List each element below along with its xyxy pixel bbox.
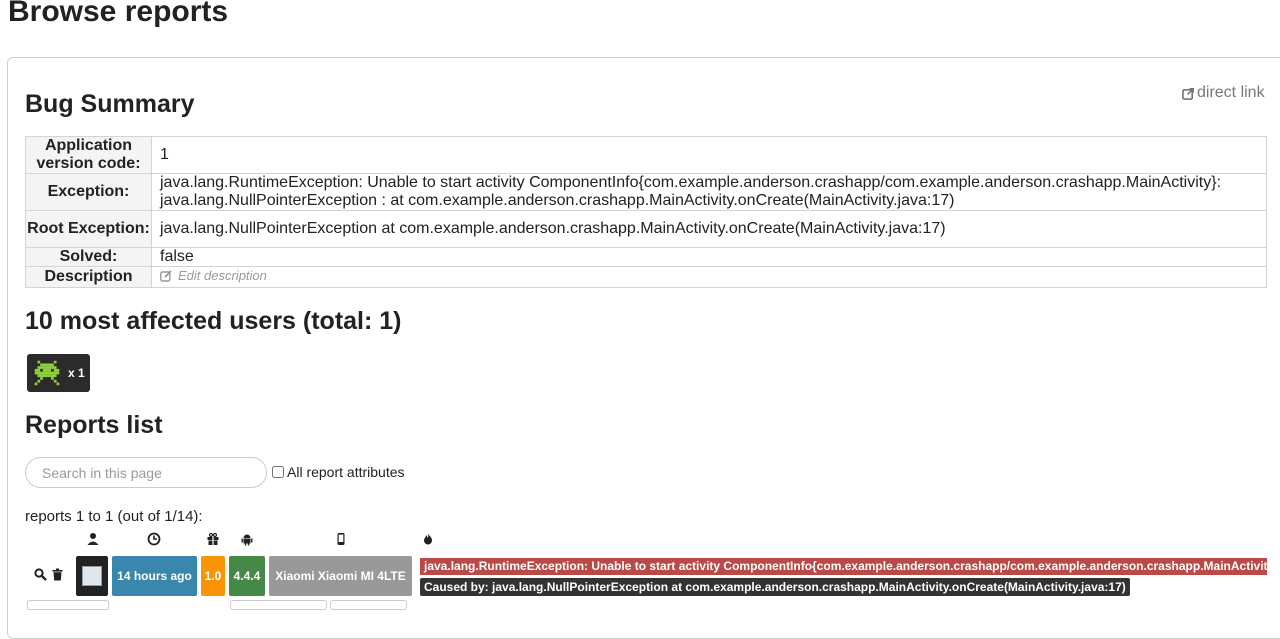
report-row-actions: [34, 568, 64, 581]
space-invader-avatar-icon: [32, 358, 62, 388]
affected-user-badge[interactable]: x 1: [27, 354, 90, 392]
device-tag[interactable]: Xiaomi Xiaomi MI 4LTE: [269, 556, 412, 596]
android-icon: [240, 532, 254, 546]
summary-row-description: Description Edit description: [25, 266, 1267, 288]
direct-link[interactable]: direct link: [1182, 84, 1265, 102]
search-box: [25, 457, 267, 488]
edit-description-link[interactable]: Edit description: [160, 267, 267, 285]
summary-label: Solved:: [25, 247, 152, 267]
summary-value: Edit description: [151, 266, 1267, 288]
edit-icon: [160, 270, 172, 282]
next-row-edge: [27, 600, 109, 610]
share-icon: [1182, 87, 1194, 100]
summary-label: Exception:: [25, 173, 152, 211]
report-cause-label[interactable]: Caused by: java.lang.NullPointerExceptio…: [420, 578, 1130, 596]
summary-row-root-exception: Root Exception: java.lang.NullPointerExc…: [25, 210, 1267, 248]
all-attributes-checkbox[interactable]: [272, 466, 284, 478]
summary-label: Root Exception:: [25, 210, 152, 248]
broken-image-icon: [82, 566, 102, 586]
reports-range: reports 1 to 1 (out of 1/14):: [25, 508, 203, 525]
user-report-count: x 1: [68, 366, 85, 380]
mobile-icon: [334, 532, 348, 546]
user-image-tag[interactable]: [76, 556, 108, 596]
edit-description-label: Edit description: [178, 268, 267, 283]
summary-label: Description: [25, 266, 152, 288]
reports-list-title: Reports list: [25, 411, 163, 439]
app-version-tag[interactable]: 1.0: [201, 556, 225, 596]
summary-value: java.lang.RuntimeException: Unable to st…: [151, 173, 1267, 211]
report-time-tag[interactable]: 14 hours ago: [112, 556, 197, 596]
summary-row-app-version: Application version code: 1: [25, 136, 1267, 174]
page-title: Browse reports: [8, 0, 229, 28]
fire-icon: [421, 532, 435, 546]
summary-row-exception: Exception: java.lang.RuntimeException: U…: [25, 173, 1267, 211]
search-input[interactable]: [40, 464, 254, 482]
all-attributes-option[interactable]: All report attributes: [272, 464, 405, 480]
all-attributes-label: All report attributes: [287, 464, 405, 480]
magnifier-icon[interactable]: [34, 568, 47, 581]
summary-row-solved: Solved: false: [25, 247, 1267, 267]
trash-icon[interactable]: [51, 568, 64, 581]
android-version-tag[interactable]: 4.4.4: [229, 556, 265, 596]
direct-link-label: direct link: [1197, 84, 1265, 101]
clock-icon: [147, 532, 161, 546]
bug-summary-table: Application version code: 1 Exception: j…: [25, 136, 1267, 288]
summary-value: java.lang.NullPointerException at com.ex…: [151, 210, 1267, 248]
report-exception-label[interactable]: java.lang.RuntimeException: Unable to st…: [420, 558, 1267, 575]
user-icon: [86, 532, 100, 546]
summary-value: false: [151, 247, 1267, 267]
next-row-edge: [330, 600, 407, 610]
summary-label: Application version code:: [25, 136, 152, 174]
bug-summary-title: Bug Summary: [25, 90, 195, 118]
affected-users-title: 10 most affected users (total: 1): [25, 307, 402, 335]
next-row-edge: [230, 600, 327, 610]
gift-icon: [206, 532, 220, 546]
summary-value: 1: [151, 136, 1267, 174]
